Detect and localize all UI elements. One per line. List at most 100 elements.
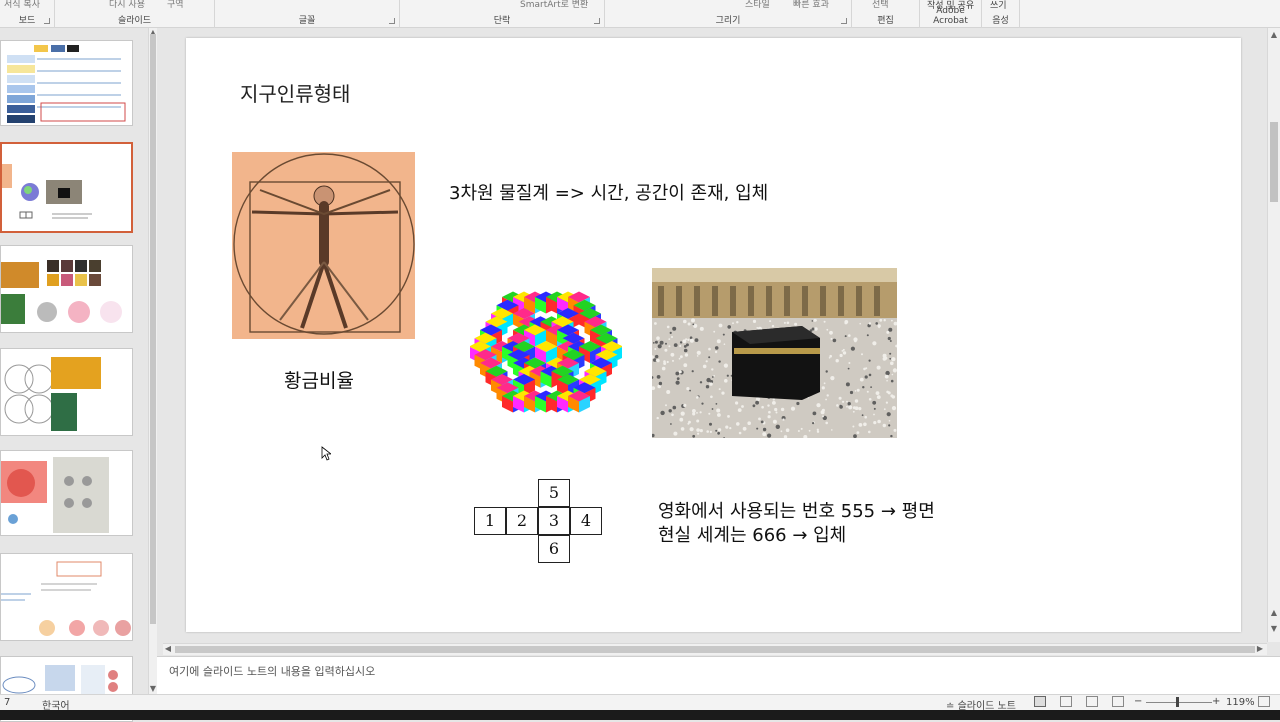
- group-label: 음성: [992, 16, 1009, 26]
- crowd-dot: [671, 413, 674, 417]
- prev-slide-icon[interactable]: ▲: [1269, 608, 1279, 618]
- crowd-dot: [709, 422, 712, 426]
- thumbnail-preview: [1, 260, 122, 324]
- scroll-right-icon[interactable]: ▶: [1255, 644, 1265, 654]
- notes-placeholder[interactable]: 여기에 슬라이드 노트의 내용을 입력하십시오: [169, 663, 375, 679]
- crowd-dot: [672, 405, 677, 410]
- scroll-up-icon[interactable]: ▲: [1269, 30, 1279, 40]
- zoom-out-icon[interactable]: −: [1134, 696, 1142, 707]
- cube-hexagon-art[interactable]: [470, 266, 622, 438]
- crowd-dot: [876, 395, 881, 399]
- crowd-dot: [689, 389, 691, 392]
- smartart-convert-button[interactable]: SmartArt로 변환: [520, 0, 588, 10]
- zoom-level[interactable]: 119%: [1226, 697, 1255, 708]
- crowd-dot: [861, 353, 863, 356]
- movie-number-caption[interactable]: 영화에서 사용되는 번호 555 → 평면: [658, 497, 935, 523]
- crowd-dot: [684, 353, 689, 357]
- crowd-dot: [656, 375, 661, 379]
- scrollbar-thumb[interactable]: [150, 34, 156, 624]
- editor-vertical-scrollbar[interactable]: ▲ ▲ ▼: [1267, 28, 1280, 642]
- crowd-dot: [850, 346, 855, 351]
- quick-styles-button[interactable]: 스타일: [745, 0, 770, 10]
- os-taskbar: [0, 710, 1280, 720]
- shape-effects-button[interactable]: 빠른 효과: [793, 0, 829, 10]
- scroll-left-icon[interactable]: ◀: [163, 644, 173, 654]
- slide-thumbnail[interactable]: [0, 348, 133, 436]
- crowd-dot: [665, 404, 667, 407]
- reuse-slides-button[interactable]: 다시 사용: [109, 0, 145, 10]
- slide-thumbnail-current[interactable]: [0, 142, 133, 233]
- kaaba-photo[interactable]: [652, 268, 897, 438]
- dialog-launcher-icon[interactable]: [841, 18, 847, 24]
- vitruvian-man-image[interactable]: [232, 152, 415, 339]
- crowd-dot: [738, 431, 742, 435]
- zoom-slider[interactable]: [1146, 702, 1212, 703]
- crowd-dot: [771, 324, 775, 328]
- crowd-dot: [886, 379, 888, 382]
- crowd-dot: [811, 320, 814, 322]
- crowd-dot: [715, 403, 718, 405]
- crowd-dot: [829, 354, 832, 358]
- select-button[interactable]: 선택: [872, 0, 889, 10]
- crowd-dot: [679, 417, 684, 422]
- crowd-dot: [767, 404, 770, 407]
- 3d-material-caption[interactable]: 3차원 물질계 => 시간, 공간이 존재, 입체: [449, 179, 768, 205]
- crowd-dot: [654, 348, 657, 350]
- slideshow-icon[interactable]: [1112, 696, 1124, 707]
- fit-to-window-icon[interactable]: [1258, 696, 1270, 707]
- slide-title[interactable]: 지구인류형태: [240, 78, 350, 107]
- normal-view-icon[interactable]: [1034, 696, 1046, 707]
- crowd-dot: [666, 390, 671, 394]
- zoom-slider-thumb[interactable]: [1176, 697, 1179, 707]
- crowd-dot: [856, 431, 860, 434]
- dice-net-cell: 3: [538, 507, 570, 535]
- crowd-dot: [722, 333, 725, 336]
- golden-ratio-caption[interactable]: 황금비율: [284, 366, 354, 393]
- section-button[interactable]: 구역: [167, 0, 184, 10]
- crowd-dot: [666, 360, 669, 364]
- dialog-launcher-icon[interactable]: [44, 18, 50, 24]
- crowd-dot: [718, 360, 721, 363]
- crowd-dot: [772, 398, 775, 401]
- reading-view-icon[interactable]: [1086, 696, 1098, 707]
- crowd-dot: [890, 394, 894, 398]
- crowd-dot: [882, 357, 887, 361]
- crowd-dot: [875, 322, 878, 325]
- crowd-dot: [825, 398, 827, 401]
- next-slide-icon[interactable]: ▼: [1269, 624, 1279, 634]
- crowd-dot: [696, 355, 699, 357]
- real-world-caption[interactable]: 현실 세계는 666 → 입체: [658, 521, 846, 547]
- scrollbar-thumb[interactable]: [1270, 122, 1278, 202]
- crowd-dot: [836, 404, 839, 407]
- dictate-button[interactable]: 쓰기: [990, 0, 1007, 11]
- crowd-dot: [865, 367, 868, 370]
- crowd-dot: [680, 411, 685, 416]
- slide-thumbnail[interactable]: [0, 40, 133, 126]
- dialog-launcher-icon[interactable]: [594, 18, 600, 24]
- slide-thumbnail[interactable]: [0, 553, 133, 641]
- crowd-dot: [687, 422, 690, 425]
- thumbnail-scrollbar[interactable]: ▲ ▼: [148, 28, 157, 696]
- crowd-dot: [761, 405, 764, 409]
- crowd-dot: [696, 428, 700, 432]
- dialog-launcher-icon[interactable]: [389, 18, 395, 24]
- zoom-in-icon[interactable]: +: [1212, 696, 1220, 707]
- crowd-dot: [752, 319, 757, 323]
- scrollbar-thumb[interactable]: [175, 646, 1255, 653]
- crowd-dot: [678, 370, 682, 374]
- crowd-dot: [854, 399, 859, 403]
- crowd-dot: [853, 337, 858, 342]
- crowd-dot: [755, 397, 761, 402]
- slide-sorter-icon[interactable]: [1060, 696, 1072, 707]
- crowd-dot: [883, 319, 886, 322]
- crowd-dot: [891, 373, 894, 376]
- notes-pane[interactable]: 여기에 슬라이드 노트의 내용을 입력하십시오: [157, 656, 1280, 694]
- format-painter-label[interactable]: 서식 복사: [4, 0, 40, 10]
- crowd-dot: [716, 339, 721, 344]
- crowd-dot: [845, 382, 850, 387]
- slide-thumbnail[interactable]: [0, 245, 133, 333]
- crowd-dot: [702, 364, 707, 369]
- editor-horizontal-scrollbar[interactable]: ◀ ▶: [163, 643, 1267, 655]
- slide-canvas[interactable]: 지구인류형태 황금비율 3차원 물질계 => 시간, 공간이 존재, 입체 5 …: [186, 38, 1241, 632]
- slide-thumbnail[interactable]: [0, 450, 133, 536]
